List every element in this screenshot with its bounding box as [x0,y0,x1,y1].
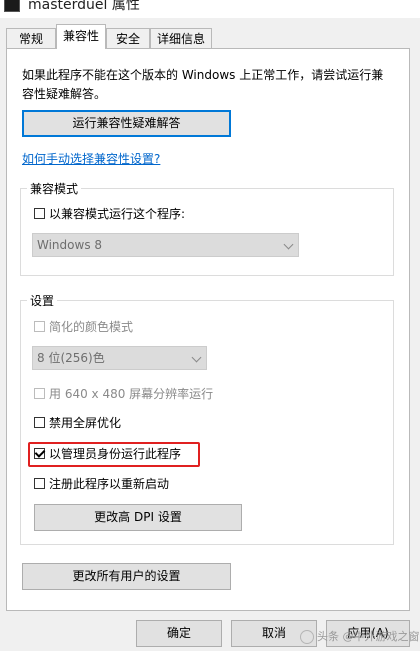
res-640-label: 用 640 x 480 屏幕分辨率运行 [49,387,214,401]
settings-group-label: 设置 [27,292,58,309]
app-icon [4,0,20,12]
res-640-checkbox[interactable] [34,388,45,399]
watermark-text: 头条 @中外游戏之窗 [317,630,420,643]
window-title: masterduel 属性 [28,0,140,13]
tab-details[interactable]: 详细信息 [150,28,212,48]
high-dpi-button[interactable]: 更改高 DPI 设置 [34,504,242,531]
compat-os-value: Windows 8 [37,238,103,252]
disable-fullscreen-checkbox[interactable] [34,417,45,428]
all-users-button[interactable]: 更改所有用户的设置 [22,563,231,590]
chevron-down-icon [283,239,294,250]
tab-strip: 常规 兼容性 安全 详细信息 [0,22,420,49]
compat-mode-group [20,188,394,276]
color-depth-select[interactable]: 8 位(256)色 [32,346,207,370]
chevron-down-icon [191,352,202,363]
color-depth-value: 8 位(256)色 [37,351,105,365]
tab-security[interactable]: 安全 [106,28,150,48]
reduced-color-label: 简化的颜色模式 [49,320,134,334]
title-bar: masterduel 属性 [0,0,420,18]
tab-compatibility[interactable]: 兼容性 [56,24,106,49]
reduced-color-checkbox[interactable] [34,321,45,332]
compat-mode-label[interactable]: 以兼容模式运行这个程序: [49,205,185,222]
compat-mode-checkbox[interactable] [34,208,45,219]
watermark: 头条 @中外游戏之窗 [300,628,420,644]
troubleshooter-button[interactable]: 运行兼容性疑难解答 [22,110,231,137]
tab-general[interactable]: 常规 [6,28,56,48]
compat-os-select[interactable]: Windows 8 [32,233,299,257]
manual-settings-link[interactable]: 如何手动选择兼容性设置? [22,150,160,167]
ok-button[interactable]: 确定 [136,620,222,647]
register-restart-checkbox[interactable] [34,478,45,489]
disable-fullscreen-label[interactable]: 禁用全屏优化 [49,414,121,431]
compat-mode-group-label: 兼容模式 [27,180,82,197]
highlight-box [28,442,200,467]
description-text: 如果此程序不能在这个版本的 Windows 上正常工作，请尝试运行兼容性疑难解答… [22,68,384,101]
register-restart-label[interactable]: 注册此程序以重新启动 [49,475,169,492]
weibo-icon [300,630,314,644]
